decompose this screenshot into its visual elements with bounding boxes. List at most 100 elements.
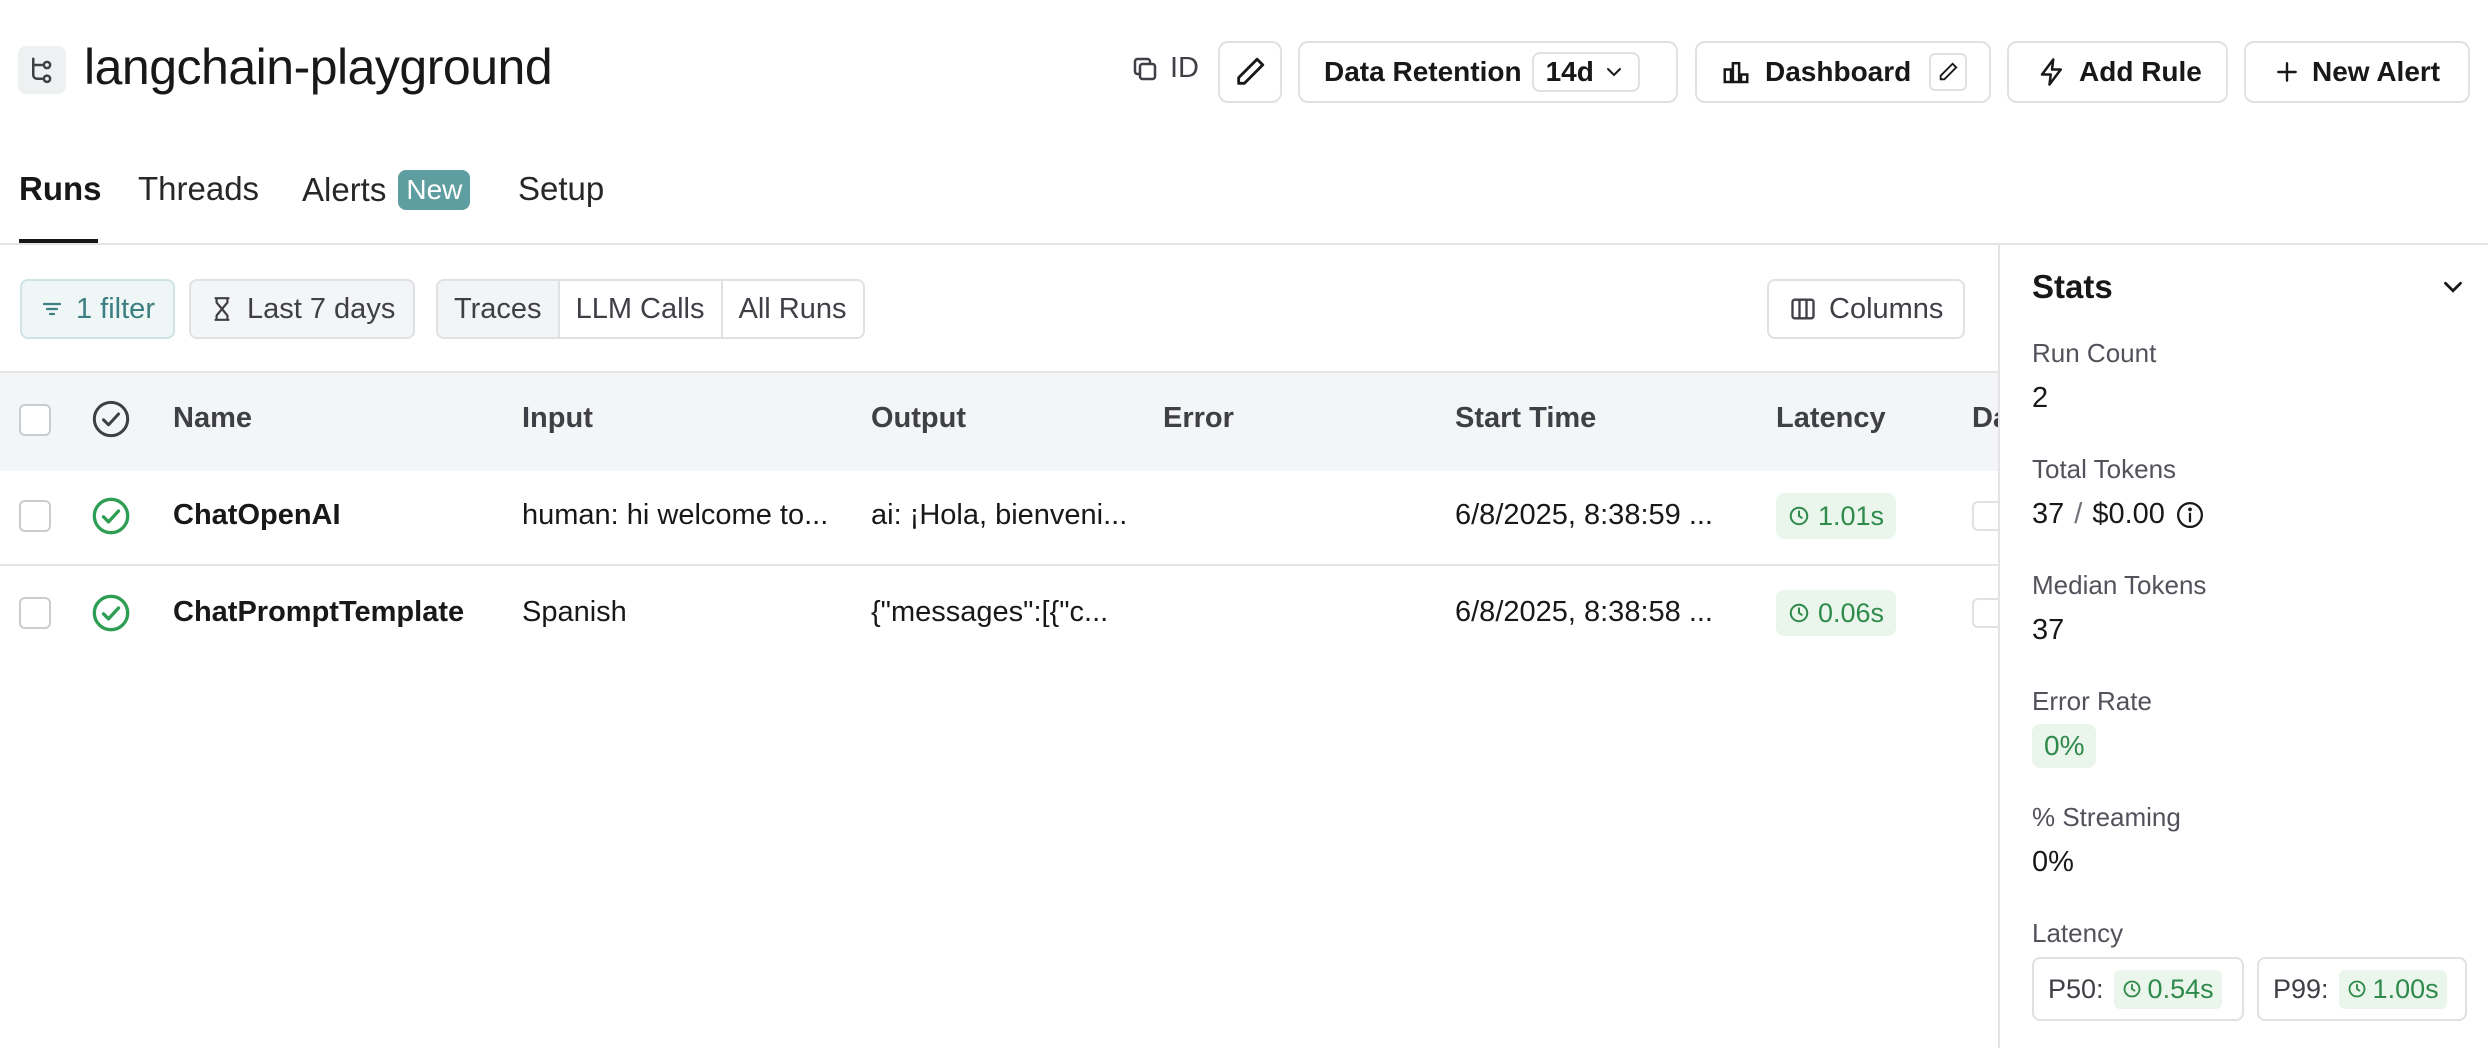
pencil-icon <box>1233 55 1267 89</box>
hourglass-icon <box>209 295 235 323</box>
view-option-label: LLM Calls <box>575 292 705 325</box>
column-header-name[interactable]: Name <box>173 402 252 435</box>
latency-badge: 0.54s <box>2113 969 2222 1009</box>
p99-label: P99: <box>2273 973 2329 1004</box>
tab-runs[interactable]: Runs <box>19 170 102 208</box>
streaming-value: 0% <box>2032 846 2074 878</box>
new-alert-label: New Alert <box>2312 56 2441 87</box>
success-status-icon <box>91 496 131 536</box>
info-icon[interactable] <box>2175 500 2205 530</box>
view-option-label: Traces <box>454 292 542 325</box>
p50-latency: P50: 0.54s <box>2032 957 2244 1021</box>
p99-value: 1.00s <box>2372 973 2439 1004</box>
edit-project-button[interactable] <box>1218 41 1282 103</box>
column-header-start-time[interactable]: Start Time <box>1455 402 1596 435</box>
add-rule-button[interactable]: Add Rule <box>2007 41 2228 103</box>
collapse-stats-button[interactable] <box>2438 272 2468 302</box>
run-start-time: 6/8/2025, 8:38:59 ... <box>1455 499 1713 531</box>
data-retention-button[interactable]: Data Retention 14d <box>1298 41 1678 103</box>
p50-value: 0.54s <box>2147 973 2214 1004</box>
column-header-input[interactable]: Input <box>522 402 593 435</box>
view-option-traces[interactable]: Traces <box>438 281 560 337</box>
run-count-label: Run Count <box>2032 338 2157 368</box>
view-option-llm-calls[interactable]: LLM Calls <box>559 281 723 337</box>
clock-icon <box>1788 602 1810 624</box>
run-output: ai: ¡Hola, bienveni... <box>871 499 1128 531</box>
filter-button[interactable]: 1 filter <box>20 279 175 339</box>
dataset-cell-clipped <box>1972 598 1998 628</box>
view-option-all-runs[interactable]: All Runs <box>722 281 863 337</box>
column-header-error[interactable]: Error <box>1163 402 1234 435</box>
latency-value: 1.01s <box>1818 500 1885 531</box>
row-checkbox[interactable] <box>19 500 51 532</box>
p99-latency: P99: 1.00s <box>2257 957 2467 1021</box>
new-alert-button[interactable]: New Alert <box>2244 41 2470 103</box>
bar-chart-icon <box>1721 57 1751 87</box>
median-tokens-label: Median Tokens <box>2032 570 2207 600</box>
tab-label: Setup <box>518 170 605 207</box>
stats-title: Stats <box>2032 268 2113 305</box>
data-retention-value: 14d <box>1545 56 1594 87</box>
latency-value: 0.06s <box>1818 597 1885 628</box>
table-header-row <box>0 371 1998 471</box>
column-header-latency[interactable]: Latency <box>1776 402 1886 435</box>
latency-label: Latency <box>2032 918 2124 948</box>
run-name[interactable]: ChatPromptTemplate <box>173 596 464 629</box>
total-tokens-label: Total Tokens <box>2032 454 2177 484</box>
row-checkbox[interactable] <box>19 597 51 629</box>
chevron-down-icon <box>2438 272 2468 302</box>
status-column-icon <box>91 399 131 439</box>
latency-badge: 1.00s <box>2338 969 2447 1009</box>
column-header-output[interactable]: Output <box>871 402 966 435</box>
select-all-checkbox[interactable] <box>19 404 51 436</box>
columns-icon <box>1789 295 1817 323</box>
error-rate-badge: 0% <box>2032 724 2097 768</box>
columns-label: Columns <box>1829 292 1944 325</box>
tab-setup[interactable]: Setup <box>518 170 604 208</box>
page-title: langchain-playground <box>84 39 553 95</box>
filter-label: 1 filter <box>76 292 155 325</box>
view-toggle: Traces LLM Calls All Runs <box>436 279 865 339</box>
run-output: {"messages":[{"c... <box>871 596 1109 628</box>
run-count-value: 2 <box>2032 382 2049 414</box>
chevron-down-icon <box>1602 60 1626 84</box>
clock-icon <box>1788 505 1810 527</box>
filter-icon <box>40 297 64 321</box>
new-badge: New <box>398 170 471 210</box>
view-option-label: All Runs <box>738 292 847 325</box>
error-rate-label: Error Rate <box>2032 686 2152 716</box>
edit-dashboard-button[interactable] <box>1929 53 1968 91</box>
project-icon <box>18 46 66 94</box>
tab-threads[interactable]: Threads <box>138 170 259 208</box>
median-tokens-value: 37 <box>2032 614 2065 646</box>
id-label: ID <box>1170 52 1199 84</box>
tab-alerts[interactable]: Alerts New <box>302 170 471 210</box>
tab-label: Alerts <box>302 171 387 208</box>
dataset-cell-clipped <box>1972 501 1998 531</box>
p50-label: P50: <box>2048 973 2104 1004</box>
lightning-icon <box>2037 57 2067 87</box>
tab-label: Runs <box>19 170 102 207</box>
tab-label: Threads <box>138 170 260 207</box>
clock-icon <box>2122 979 2142 999</box>
copy-id-button[interactable]: ID <box>1130 52 1199 85</box>
data-retention-select[interactable]: 14d <box>1531 52 1640 92</box>
run-input: human: hi welcome to... <box>522 499 829 531</box>
time-range-button[interactable]: Last 7 days <box>189 279 416 339</box>
pencil-icon <box>1937 61 1959 83</box>
latency-badge: 0.06s <box>1776 590 1897 636</box>
success-status-icon <box>91 593 131 633</box>
clock-icon <box>2347 979 2367 999</box>
plus-icon <box>2274 59 2300 85</box>
streaming-label: % Streaming <box>2032 802 2181 832</box>
dashboard-button[interactable]: Dashboard <box>1695 41 1991 103</box>
time-range-label: Last 7 days <box>247 292 396 325</box>
dashboard-label: Dashboard <box>1765 56 1912 87</box>
columns-button[interactable]: Columns <box>1767 279 1966 339</box>
data-retention-label: Data Retention <box>1324 56 1522 87</box>
latency-badge: 1.01s <box>1776 493 1897 539</box>
total-cost: $0.00 <box>2092 498 2165 530</box>
run-start-time: 6/8/2025, 8:38:58 ... <box>1455 596 1713 628</box>
run-name[interactable]: ChatOpenAI <box>173 499 341 532</box>
run-input: Spanish <box>522 596 627 628</box>
